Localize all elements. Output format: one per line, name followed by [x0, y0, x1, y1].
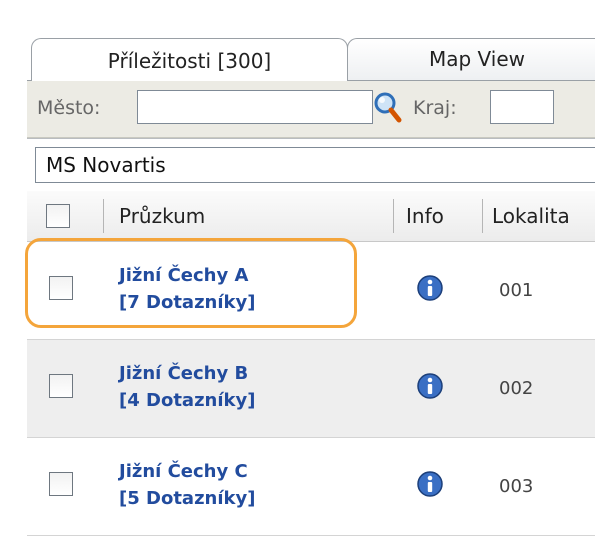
header-divider: [103, 199, 104, 233]
tab-map-view[interactable]: Map View: [347, 38, 595, 80]
header-divider: [482, 199, 483, 233]
select-all-checkbox[interactable]: [46, 204, 70, 228]
table-header: Průzkum Info Lokalita: [27, 191, 595, 242]
city-input[interactable]: [137, 90, 373, 124]
row-checkbox[interactable]: [49, 276, 73, 300]
table-row[interactable]: Jižní Čechy C [5 Dotazníky] 003: [27, 438, 595, 536]
tab-opportunities[interactable]: Příležitosti [300]: [31, 38, 348, 81]
region-input[interactable]: [490, 90, 554, 124]
row-checkbox[interactable]: [49, 374, 73, 398]
location-code: 003: [499, 476, 534, 497]
survey-count: [7 Dotazníky]: [119, 292, 256, 313]
survey-name: Jižní Čechy C: [119, 461, 248, 482]
location-code: 002: [499, 378, 534, 399]
location-code: 001: [499, 280, 534, 301]
project-row: MS Novartis: [27, 138, 595, 192]
opportunities-panel: Příležitosti [300] Map View Město: Kraj:…: [25, 0, 595, 536]
table-row[interactable]: Jižní Čechy B [4 Dotazníky] 002: [27, 340, 595, 438]
region-label: Kraj:: [413, 97, 457, 119]
info-icon[interactable]: [416, 274, 444, 302]
survey-link[interactable]: Jižní Čechy B [4 Dotazníky]: [119, 360, 255, 414]
survey-link[interactable]: Jižní Čechy A [7 Dotazníky]: [119, 262, 255, 316]
header-survey[interactable]: Průzkum: [119, 191, 205, 241]
table-row[interactable]: Jižní Čechy A [7 Dotazníky] 001: [25, 238, 595, 340]
info-icon[interactable]: [416, 470, 444, 498]
header-info[interactable]: Info: [406, 191, 444, 241]
survey-link[interactable]: Jižní Čechy C [5 Dotazníky]: [119, 458, 255, 512]
search-icon[interactable]: [372, 90, 402, 124]
info-icon[interactable]: [416, 372, 444, 400]
city-label: Město:: [37, 97, 101, 119]
survey-count: [5 Dotazníky]: [119, 488, 256, 509]
survey-name: Jižní Čechy B: [119, 363, 249, 384]
filter-bar: Město: Kraj:: [27, 81, 595, 138]
survey-name: Jižní Čechy A: [119, 265, 249, 286]
project-select[interactable]: MS Novartis: [35, 147, 595, 183]
survey-count: [4 Dotazníky]: [119, 390, 256, 411]
row-checkbox[interactable]: [49, 472, 73, 496]
header-location[interactable]: Lokalita: [492, 191, 570, 241]
header-divider: [393, 199, 394, 233]
